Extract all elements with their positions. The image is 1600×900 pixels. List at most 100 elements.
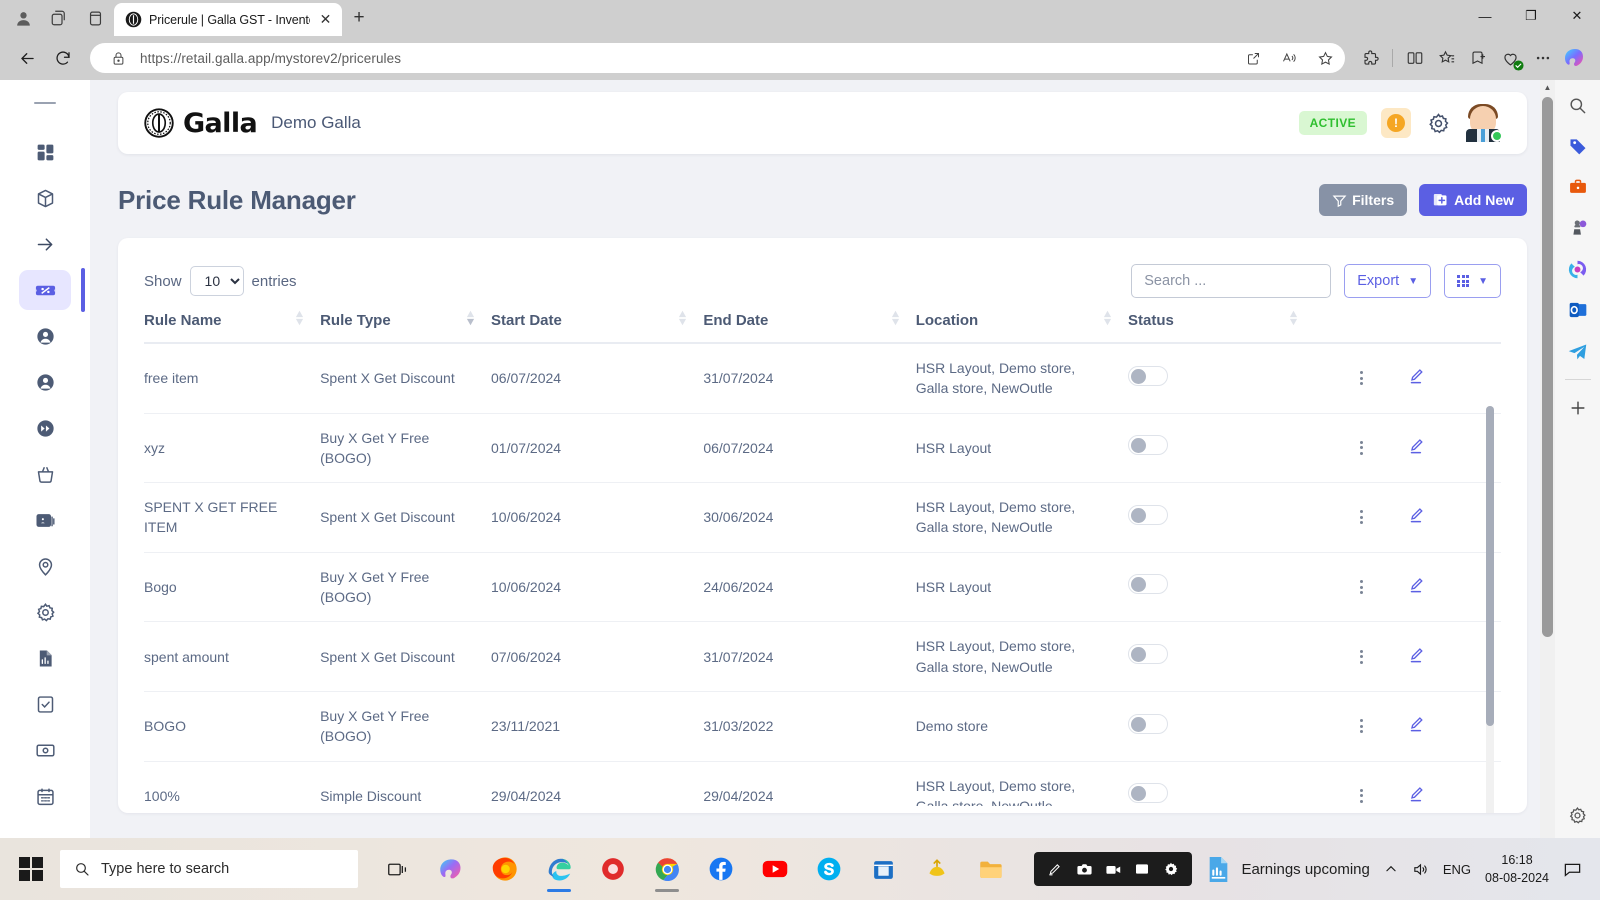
split-screen-icon[interactable] bbox=[1399, 42, 1430, 74]
sort-icon[interactable] bbox=[678, 310, 687, 330]
sidebar-item-products[interactable] bbox=[19, 178, 71, 218]
page-size-select[interactable]: 10 bbox=[189, 266, 244, 296]
skype-icon[interactable] bbox=[804, 844, 854, 894]
browser-tab[interactable]: Pricerule | Galla GST - Inventory S ✕ bbox=[114, 3, 342, 36]
sort-icon[interactable] bbox=[1103, 310, 1112, 330]
sort-icon[interactable] bbox=[295, 310, 304, 330]
show-hidden-icons-chevron[interactable] bbox=[1384, 862, 1398, 876]
copilot-icon[interactable] bbox=[1559, 42, 1590, 74]
store-icon[interactable] bbox=[858, 844, 908, 894]
chrome-icon[interactable] bbox=[642, 844, 692, 894]
youtube-icon[interactable] bbox=[750, 844, 800, 894]
site-info-lock-icon[interactable] bbox=[104, 45, 132, 71]
filters-button[interactable]: Filters bbox=[1319, 184, 1408, 216]
recorder-icon[interactable] bbox=[588, 844, 638, 894]
notification-item[interactable]: Earnings upcoming bbox=[1206, 856, 1370, 883]
copilot-icon[interactable] bbox=[426, 844, 476, 894]
camera-icon[interactable] bbox=[1071, 856, 1097, 882]
pencil-edit-icon[interactable] bbox=[1408, 369, 1427, 388]
search-icon[interactable] bbox=[1564, 92, 1592, 118]
column-header-start-date[interactable]: Start Date bbox=[491, 298, 704, 344]
collections-icon[interactable] bbox=[1431, 42, 1462, 74]
sidebar-item-settings[interactable] bbox=[19, 592, 71, 632]
address-bar[interactable]: https://retail.galla.app/mystorev2/price… bbox=[90, 43, 1345, 73]
sidebar-collapse-handle[interactable] bbox=[34, 102, 56, 104]
sidebar-item-locations[interactable] bbox=[19, 546, 71, 586]
pencil-edit-icon[interactable] bbox=[1408, 717, 1427, 736]
kebab-menu-icon[interactable] bbox=[1314, 580, 1407, 595]
kebab-menu-icon[interactable] bbox=[1314, 649, 1407, 664]
video-icon[interactable] bbox=[1100, 856, 1126, 882]
microsoft-365-icon[interactable] bbox=[1564, 256, 1592, 282]
pencil-edit-icon[interactable] bbox=[1408, 508, 1427, 527]
shopping-tag-icon[interactable] bbox=[1564, 133, 1592, 159]
pen-icon[interactable] bbox=[1042, 856, 1068, 882]
search-input[interactable] bbox=[1131, 264, 1332, 298]
firefox-icon[interactable] bbox=[480, 844, 530, 894]
table-body-scroll[interactable]: free item Spent X Get Discount 06/07/2024 3… bbox=[144, 344, 1501, 806]
open-in-app-icon[interactable] bbox=[1239, 45, 1267, 71]
outlook-icon[interactable] bbox=[1564, 297, 1592, 323]
table-scrollbar-thumb[interactable] bbox=[1486, 406, 1494, 726]
sort-icon[interactable] bbox=[891, 310, 900, 330]
reload-icon[interactable] bbox=[46, 41, 80, 75]
sort-icon[interactable] bbox=[466, 310, 475, 330]
vertical-tabs-icon[interactable] bbox=[78, 2, 112, 34]
column-header-status[interactable]: Status bbox=[1128, 298, 1315, 344]
export-button[interactable]: Export ▼ bbox=[1344, 264, 1432, 298]
page-scrollbar[interactable]: ▲ bbox=[1540, 80, 1555, 838]
sidebar-item-price-rules[interactable] bbox=[19, 268, 85, 312]
sidebar-item-transfers[interactable] bbox=[19, 224, 71, 264]
more-options-icon[interactable] bbox=[1527, 42, 1558, 74]
kebab-menu-icon[interactable] bbox=[1314, 510, 1407, 525]
table-row[interactable]: free item Spent X Get Discount 06/07/2024 3… bbox=[144, 344, 1501, 414]
status-toggle[interactable] bbox=[1128, 644, 1169, 665]
page-scrollbar-thumb[interactable] bbox=[1542, 97, 1553, 637]
tab-group-icon[interactable] bbox=[42, 2, 76, 34]
avatar[interactable] bbox=[1465, 104, 1503, 142]
volume-icon[interactable] bbox=[1412, 861, 1429, 878]
gear-icon[interactable] bbox=[1425, 110, 1451, 136]
task-view-icon[interactable] bbox=[372, 844, 422, 894]
table-row[interactable]: spent amount Spent X Get Discount 07/06/20… bbox=[144, 621, 1501, 692]
sidebar-item-cash[interactable] bbox=[19, 730, 71, 770]
edge-icon[interactable] bbox=[534, 844, 584, 894]
status-toggle[interactable] bbox=[1128, 365, 1169, 386]
kebab-menu-icon[interactable] bbox=[1314, 371, 1407, 386]
table-row[interactable]: BOGO Buy X Get Y Free (BOGO) 23/11/2021 31/… bbox=[144, 691, 1501, 762]
favorite-star-icon[interactable] bbox=[1311, 45, 1339, 71]
warning-badge[interactable]: ! bbox=[1381, 108, 1411, 138]
table-row[interactable]: SPENT X GET FREE ITEM Spent X Get Discoun… bbox=[144, 482, 1501, 553]
sidebar-item-contacts[interactable] bbox=[19, 500, 71, 540]
sidebar-item-suppliers[interactable] bbox=[19, 362, 71, 402]
column-header-location[interactable]: Location bbox=[915, 298, 1129, 344]
table-row[interactable]: Bogo Buy X Get Y Free (BOGO) 10/06/2024 24/… bbox=[144, 552, 1501, 623]
games-chess-icon[interactable] bbox=[1564, 215, 1592, 241]
browser-essentials-icon[interactable] bbox=[1495, 42, 1526, 74]
add-new-button[interactable]: Add New bbox=[1419, 184, 1527, 216]
pencil-edit-icon[interactable] bbox=[1408, 647, 1427, 667]
clock[interactable]: 16:18 08-08-2024 bbox=[1485, 851, 1549, 887]
add-sidebar-app-icon[interactable] bbox=[1564, 395, 1592, 421]
sidebar-item-tasks[interactable] bbox=[19, 684, 71, 724]
settings-icon[interactable] bbox=[1158, 856, 1184, 882]
status-toggle[interactable] bbox=[1128, 574, 1169, 595]
window-icon[interactable] bbox=[1129, 856, 1155, 882]
new-tab-button[interactable]: + bbox=[344, 3, 374, 33]
sidebar-item-fast-forward[interactable] bbox=[19, 408, 71, 448]
status-toggle[interactable] bbox=[1128, 435, 1169, 456]
close-tab-icon[interactable]: ✕ bbox=[317, 11, 334, 28]
tools-briefcase-icon[interactable] bbox=[1564, 174, 1592, 200]
sidebar-item-customers[interactable] bbox=[19, 316, 71, 356]
status-toggle[interactable] bbox=[1128, 713, 1169, 734]
column-header-rule-type[interactable]: Rule Type bbox=[320, 298, 491, 344]
sidebar-settings-icon[interactable] bbox=[1564, 802, 1592, 828]
facebook-icon[interactable] bbox=[696, 844, 746, 894]
brand-logo[interactable]: Galla bbox=[144, 108, 258, 139]
kebab-menu-icon[interactable] bbox=[1314, 440, 1407, 455]
read-aloud-icon[interactable] bbox=[1275, 45, 1303, 71]
app-icon[interactable] bbox=[912, 844, 962, 894]
column-visibility-button[interactable]: ▼ bbox=[1444, 264, 1501, 298]
sidebar-item-reports[interactable] bbox=[19, 638, 71, 678]
profile-icon[interactable] bbox=[6, 2, 40, 34]
